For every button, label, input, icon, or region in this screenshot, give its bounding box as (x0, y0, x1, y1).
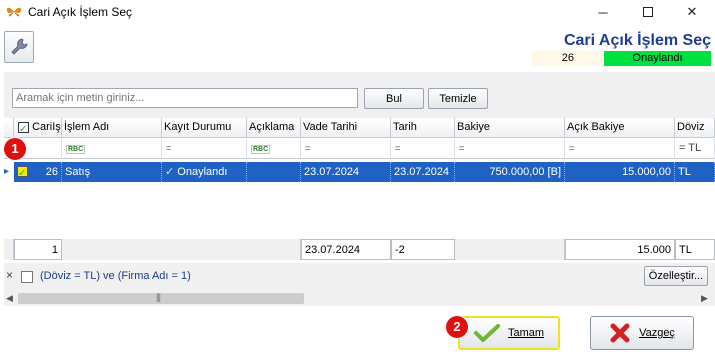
minimize-icon: ─ (598, 4, 608, 20)
filter-value: TL (688, 142, 702, 154)
clear-filter-icon[interactable]: × (6, 268, 13, 282)
checkmark-icon (473, 324, 500, 342)
footer-acik-bakiye: 15.000 (565, 239, 675, 260)
equals-filter-icon: = (166, 143, 172, 153)
maximize-button[interactable] (626, 0, 670, 24)
footer-doviz: TL (675, 239, 715, 260)
column-label: CariIş (32, 121, 61, 133)
text-filter-icon: RBC (251, 145, 271, 154)
filter-cell-bakiye[interactable]: = (455, 139, 565, 159)
filter-cell-islem-adi[interactable]: RBC (62, 139, 162, 159)
footer-indicator (4, 239, 14, 260)
cell-doviz[interactable]: TL (675, 162, 715, 182)
close-icon: ✕ (686, 4, 698, 19)
equals-filter-icon: = (679, 142, 686, 154)
filter-cell-vade-tarihi[interactable]: = (301, 139, 391, 159)
filter-cell-tarih[interactable]: = (391, 139, 455, 159)
cell-islem-adi[interactable]: Satış (62, 162, 162, 182)
row-indicator[interactable]: ▸ (4, 162, 14, 182)
cell-aciklama[interactable] (247, 162, 301, 182)
column-header-doviz[interactable]: Döviz (675, 118, 715, 138)
record-id: 26 (532, 51, 604, 66)
customize-button[interactable]: Özelleştir... (644, 266, 708, 286)
ok-button[interactable]: Tamam (458, 316, 560, 350)
filter-cell-acik-bakiye[interactable]: = (565, 139, 675, 159)
filter-cell-kayit-durumu[interactable]: = (162, 139, 247, 159)
footer-vade-tarihi: 23.07.2024 (301, 239, 391, 260)
text-filter-icon: RBC (66, 145, 86, 154)
equals-filter-icon: = (459, 143, 465, 153)
footer-bakiye (455, 239, 565, 260)
column-header-islem-adi[interactable]: İşlem Adı (62, 118, 162, 138)
search-input[interactable] (12, 88, 358, 108)
scroll-grip: ||| (156, 292, 161, 302)
row-checkbox[interactable] (17, 164, 28, 182)
row-indicator-header (4, 118, 14, 138)
cancel-label: Vazgeç (639, 327, 675, 339)
wrench-icon (11, 38, 28, 55)
checkmark-icon: ✓ (165, 166, 175, 178)
column-header-aciklama[interactable]: Açıklama (247, 118, 301, 138)
scroll-left-icon[interactable]: ◀ (6, 293, 13, 304)
footer-count: 1 (14, 239, 62, 260)
cell-value: 26 (45, 166, 58, 178)
footer-spacer (62, 239, 301, 260)
annotation-badge-1: 1 (4, 138, 26, 160)
column-header-vade-tarihi[interactable]: Vade Tarihi (301, 118, 391, 138)
cell-vade-tarihi[interactable]: 23.07.2024 (301, 162, 391, 182)
status-badge: Onaylandı (604, 51, 711, 66)
scroll-thumb[interactable] (18, 293, 304, 304)
butterfly-icon (6, 7, 22, 17)
window-title: Cari Açık İşlem Seç (28, 5, 133, 19)
minimize-button[interactable]: ─ (581, 0, 625, 24)
equals-filter-icon: = (305, 143, 311, 153)
column-header-acik-bakiye[interactable]: Açık Bakiye (565, 118, 675, 138)
filter-cell-aciklama[interactable]: RBC (247, 139, 301, 159)
page-title: Cari Açık İşlem Seç (563, 32, 711, 49)
cell-kayit-durumu[interactable]: ✓ Onaylandı (162, 162, 247, 182)
cross-icon (610, 323, 630, 343)
close-button[interactable]: ✕ (670, 0, 714, 24)
select-all-checkbox[interactable] (18, 120, 29, 137)
tools-button[interactable] (4, 31, 34, 63)
maximize-icon (643, 7, 653, 17)
clear-button[interactable]: Temizle (428, 88, 488, 109)
filter-enable-checkbox[interactable] (21, 271, 33, 283)
cancel-button[interactable]: Vazgeç (590, 316, 694, 350)
equals-filter-icon: = (395, 143, 401, 153)
footer-tarih: -2 (391, 239, 455, 260)
column-header-bakiye[interactable]: Bakiye (455, 118, 565, 138)
column-header-kayit-durumu[interactable]: Kayıt Durumu (162, 118, 247, 138)
cell-acik-bakiye[interactable]: 15.000,00 (565, 162, 675, 182)
equals-filter-icon: = (569, 143, 575, 153)
scroll-right-icon[interactable]: ▶ (701, 293, 708, 304)
filter-expression[interactable]: (Döviz = TL) ve (Firma Adı = 1) (40, 270, 191, 282)
column-header-cari-is[interactable]: CariIş (14, 118, 62, 138)
column-header-tarih[interactable]: Tarih (391, 118, 455, 138)
find-button[interactable]: Bul (364, 88, 424, 109)
filter-cell-doviz[interactable]: = TL (675, 139, 715, 159)
annotation-badge-2: 2 (446, 316, 468, 338)
cell-cari-is[interactable]: 26 (14, 162, 62, 182)
cell-tarih[interactable]: 23.07.2024 (391, 162, 455, 182)
ok-label: Tamam (507, 327, 545, 339)
cell-bakiye[interactable]: 750.000,00 [B] (455, 162, 565, 182)
cell-value: Onaylandı (177, 166, 228, 178)
